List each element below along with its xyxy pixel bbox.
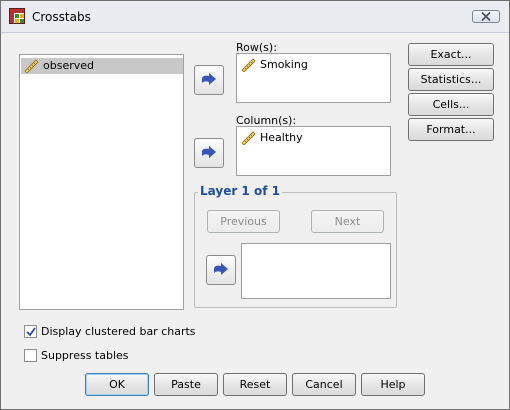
columns-item-label: Healthy — [260, 131, 303, 144]
reset-button[interactable]: Reset — [223, 373, 287, 396]
clustered-bar-checkbox[interactable] — [24, 325, 37, 338]
cancel-button[interactable]: Cancel — [292, 373, 356, 396]
close-x-icon — [481, 12, 491, 21]
rows-list[interactable]: Smoking — [236, 53, 391, 103]
variable-label: observed — [43, 59, 94, 72]
exact-button[interactable]: Exact... — [408, 43, 494, 66]
columns-item-healthy[interactable]: Healthy — [238, 130, 388, 146]
suppress-tables-label: Suppress tables — [41, 349, 129, 362]
ruler-scale-icon — [241, 131, 256, 145]
suppress-tables-checkbox[interactable] — [24, 349, 37, 362]
rows-item-smoking[interactable]: Smoking — [238, 57, 388, 73]
close-button[interactable] — [472, 10, 500, 23]
columns-list[interactable]: Healthy — [236, 126, 391, 176]
format-button[interactable]: Format... — [408, 118, 494, 141]
crosstabs-dialog: Crosstabs observed Row(s): Smoking Colum… — [0, 0, 510, 410]
ruler-scale-icon — [241, 58, 256, 72]
statistics-button[interactable]: Statistics... — [408, 68, 494, 91]
window-title: Crosstabs — [32, 10, 91, 24]
previous-button[interactable]: Previous — [207, 210, 280, 233]
move-to-layer-button[interactable] — [206, 255, 236, 285]
variable-item-observed[interactable]: observed — [21, 58, 183, 74]
title-bar: Crosstabs — [1, 1, 509, 33]
variable-list[interactable]: observed — [19, 54, 184, 310]
ok-button[interactable]: OK — [85, 373, 149, 396]
checkmark-icon — [26, 327, 36, 337]
ruler-scale-icon — [24, 59, 39, 73]
move-to-columns-button[interactable] — [194, 138, 224, 168]
clustered-bar-label: Display clustered bar charts — [41, 325, 196, 338]
move-to-rows-button[interactable] — [194, 65, 224, 95]
layer-label: Layer 1 of 1 — [198, 184, 282, 198]
cells-button[interactable]: Cells... — [408, 93, 494, 116]
move-right-arrow-icon — [202, 146, 216, 158]
move-right-arrow-icon — [214, 263, 228, 275]
help-button[interactable]: Help — [361, 373, 425, 396]
rows-item-label: Smoking — [260, 58, 308, 71]
move-right-arrow-icon — [202, 73, 216, 85]
paste-button[interactable]: Paste — [154, 373, 218, 396]
crosstabs-app-icon — [9, 8, 25, 24]
next-button[interactable]: Next — [311, 210, 384, 233]
layer-list[interactable] — [241, 243, 391, 299]
